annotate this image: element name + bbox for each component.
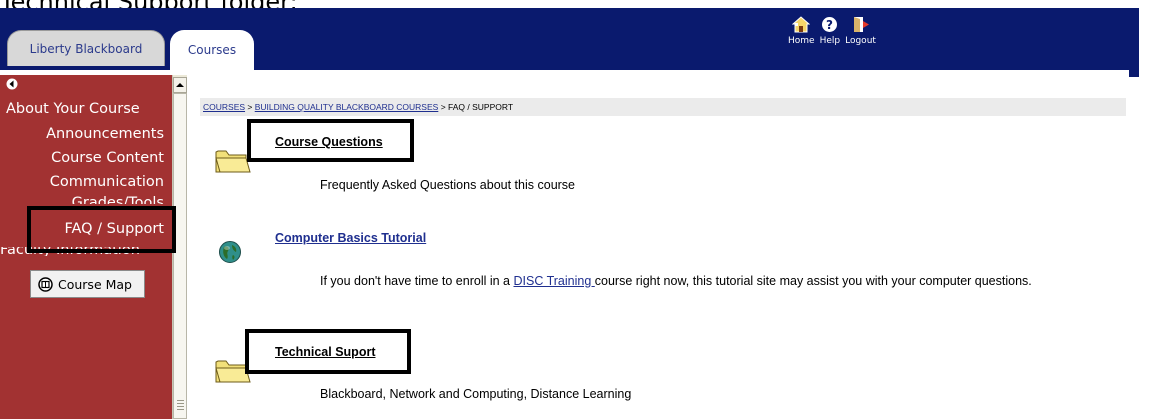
- disc-training-link[interactable]: DISC Training: [513, 274, 594, 288]
- tab-liberty-blackboard[interactable]: Liberty Blackboard: [7, 30, 165, 66]
- technical-support-description: Blackboard, Network and Computing, Dista…: [320, 387, 632, 401]
- course-questions-description: Frequently Asked Questions about this co…: [320, 178, 576, 192]
- breadcrumb-separator: >: [245, 102, 255, 112]
- highlight-box: [247, 119, 414, 162]
- globe-icon: [219, 241, 241, 263]
- logout-icon: [853, 17, 869, 32]
- menu-item-course-content[interactable]: Course Content: [51, 150, 164, 166]
- tab-label: Courses: [187, 43, 237, 57]
- breadcrumb-courses-link[interactable]: COURSES: [203, 102, 245, 112]
- scroll-up-button[interactable]: [173, 77, 187, 93]
- tab-courses[interactable]: Courses: [170, 30, 254, 70]
- help-button[interactable]: ? Help: [819, 16, 841, 46]
- course-map-label: Course Map: [58, 276, 132, 292]
- description-text: course right now, this tutorial site may…: [594, 274, 1032, 288]
- header-corner: [1129, 65, 1139, 77]
- computer-basics-description: If you don't have time to enroll in a DI…: [320, 273, 1110, 289]
- svg-text:?: ?: [826, 18, 833, 32]
- breadcrumb: COURSES > BUILDING QUALITY BLACKBOARD CO…: [200, 98, 1126, 116]
- home-icon: [792, 16, 811, 33]
- collapse-menu-icon[interactable]: [6, 78, 18, 90]
- logout-button[interactable]: Logout: [845, 16, 876, 46]
- menu-item-about-your-course[interactable]: About Your Course: [6, 101, 140, 117]
- chevron-up-icon: [176, 83, 184, 87]
- menu-item-communication[interactable]: Communication: [50, 174, 164, 190]
- folder-icon: [215, 150, 251, 173]
- computer-basics-tutorial-link[interactable]: Computer Basics Tutorial: [275, 231, 426, 245]
- highlight-box: [27, 206, 176, 253]
- logout-label: Logout: [845, 36, 876, 46]
- breadcrumb-separator: >: [438, 102, 449, 112]
- help-label: Help: [819, 36, 841, 46]
- tab-label: Liberty Blackboard: [29, 41, 143, 56]
- description-text: If you don't have time to enroll in a: [320, 274, 514, 288]
- home-label: Home: [788, 36, 815, 46]
- menu-item-announcements[interactable]: Announcements: [46, 126, 164, 142]
- scroll-thumb[interactable]: [173, 93, 187, 419]
- top-navigation: Home ? Help Logout: [788, 16, 881, 46]
- breadcrumb-course-link[interactable]: BUILDING QUALITY BLACKBOARD COURSES: [255, 102, 439, 112]
- breadcrumb-current: FAQ / SUPPORT: [448, 102, 514, 112]
- course-map-icon: [38, 276, 53, 292]
- home-button[interactable]: Home: [788, 16, 815, 46]
- course-map-button[interactable]: Course Map: [30, 270, 145, 298]
- highlight-box: [245, 329, 411, 374]
- scroll-grip: [177, 400, 184, 412]
- help-icon: ?: [822, 17, 838, 32]
- menu-item-grades-tools[interactable]: Grades/Tools: [72, 195, 164, 204]
